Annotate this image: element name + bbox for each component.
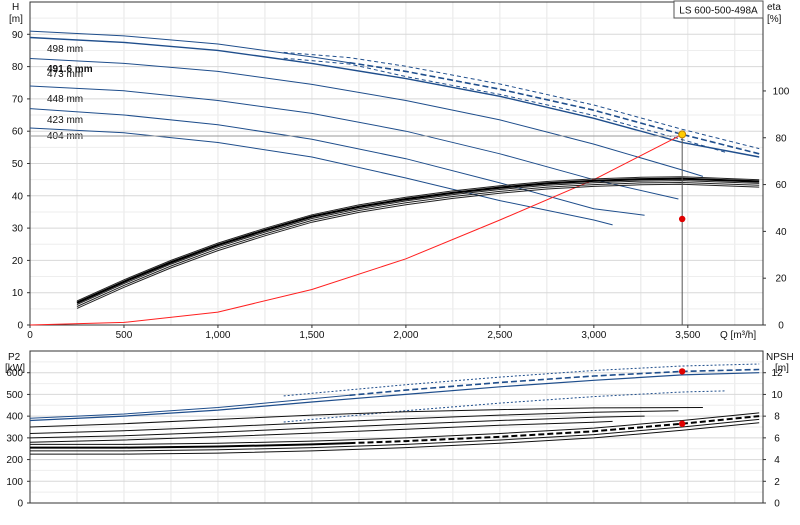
head-y-tick-label: 0 <box>17 321 23 332</box>
q-tick-label: 500 <box>116 330 133 341</box>
eta-tick-label: 80 <box>775 133 787 144</box>
efficiency-point-marker <box>678 215 686 223</box>
duty-point-marker <box>678 130 687 139</box>
head-y-tick-label: 90 <box>12 30 24 41</box>
q-tick-label: 3,000 <box>581 330 606 341</box>
q-tick-label: 1,000 <box>205 330 230 341</box>
head-curve-4916 <box>29 36 760 158</box>
efficiency-curve-variant <box>76 180 760 306</box>
impeller-label: 498 mm <box>47 44 83 55</box>
efficiency-curve <box>76 177 760 304</box>
power-y-tick-label: 200 <box>6 455 23 466</box>
head-y-tick-label: 80 <box>12 62 24 73</box>
q-axis-label: Q [m³/h] <box>720 330 756 341</box>
head-curve-498-dashed <box>349 61 760 155</box>
impeller-label: 423 mm <box>47 115 83 126</box>
model-label-box: LS 600-500-498A <box>673 0 764 19</box>
npsh-curve-dashed <box>349 415 760 445</box>
npsh-axis-label: NPSH <box>766 352 794 363</box>
head-y-tick-label: 20 <box>12 256 24 267</box>
npsh-tick-label: 2 <box>774 477 780 488</box>
head-y-tick-label: 30 <box>12 224 24 235</box>
power-curve-498 <box>29 394 350 419</box>
head-curve-498-lower <box>283 57 726 153</box>
head-y-tick-label: 40 <box>12 191 24 202</box>
eta-tick-label: 40 <box>775 227 787 238</box>
eta-tick-label: 100 <box>773 86 790 97</box>
eta-tick-label: 60 <box>775 180 787 191</box>
power-y-tick-label: 0 <box>17 499 23 510</box>
power-axis-unit: [kW] <box>5 363 25 374</box>
npsh-point-marker <box>678 420 686 427</box>
pump-curve-svg: 01020304050607080900204060801000 500 1,000… <box>5 0 794 510</box>
head-curve-404 <box>29 127 613 226</box>
power-y-tick-label: 100 <box>6 477 23 488</box>
head-y-tick-label: 10 <box>12 288 24 299</box>
q-tick-label: 2,000 <box>393 330 418 341</box>
head-axis-label: H <box>12 2 19 13</box>
npsh-tick-label: 10 <box>771 390 783 401</box>
impeller-label: 448 mm <box>47 94 83 105</box>
efficiency-curve-variant <box>76 183 760 309</box>
eta-axis-label: eta <box>767 2 781 13</box>
power-point-marker <box>678 368 686 375</box>
power-curve-498-dashed <box>349 368 760 397</box>
q-tick-label: 3,500 <box>675 330 700 341</box>
head-y-tick-label: 60 <box>12 127 24 138</box>
head-y-tick-label: 70 <box>12 94 24 105</box>
q-tick-label: 1,500 <box>299 330 324 341</box>
q-tick-label: 0 <box>27 330 33 341</box>
model-label: LS 600-500-498A <box>679 6 758 17</box>
eta-tick-label: 20 <box>775 274 787 285</box>
npsh-tick-label: 4 <box>774 455 780 466</box>
eta-tick-label: 0 <box>778 321 784 332</box>
head-y-tick-label: 50 <box>12 159 24 170</box>
npsh-tick-label: 0 <box>774 499 780 510</box>
system-curve <box>29 133 683 326</box>
npsh-tick-label: 6 <box>774 433 780 444</box>
power-axis-label: P2 <box>8 352 21 363</box>
curves-layer <box>29 30 760 455</box>
pump-curve-chart: 0 10 20 30 40 50 60 70 80 90 0 20 40 60 80 100 0 500 1,000… <box>0 0 800 520</box>
q-tick-label: 2,500 <box>487 330 512 341</box>
eta-axis-unit: [%] <box>767 14 782 25</box>
power-y-tick-label: 300 <box>6 433 23 444</box>
npsh-axis-unit: [m] <box>775 363 789 374</box>
head-curve-423 <box>29 108 645 216</box>
npsh-tick-label: 8 <box>774 412 780 423</box>
impeller-label: 473 mm <box>47 69 83 80</box>
power-y-tick-label: 400 <box>6 412 23 423</box>
power-y-tick-label: 500 <box>6 390 23 401</box>
head-axis-unit: [m] <box>9 14 23 25</box>
